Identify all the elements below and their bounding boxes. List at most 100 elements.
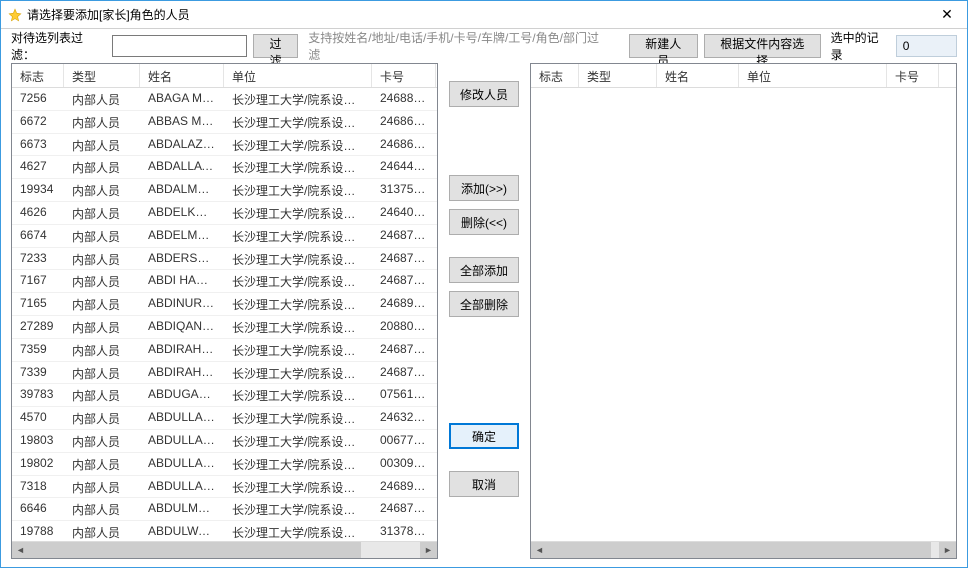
cell-unit: 长沙理工大学/院系设置... bbox=[224, 476, 372, 498]
candidates-table[interactable]: 标志 类型 姓名 单位 卡号 7256内部人员ABAGA MIK...长沙理工大… bbox=[11, 63, 438, 559]
selected-body bbox=[531, 88, 956, 541]
cell-name: ABDULLAK... bbox=[140, 476, 224, 498]
cell-type: 内部人员 bbox=[64, 88, 140, 110]
candidates-header: 标志 类型 姓名 单位 卡号 bbox=[12, 64, 437, 88]
table-row[interactable]: 27289内部人员ABDIQANI ...长沙理工大学/院系设置...20880… bbox=[12, 316, 437, 339]
scroll-right-icon[interactable]: ► bbox=[939, 542, 956, 559]
col-name[interactable]: 姓名 bbox=[657, 64, 739, 87]
scroll-left-icon[interactable]: ◄ bbox=[12, 542, 29, 559]
action-column: 修改人员 添加(>>) 删除(<<) 全部添加 全部删除 确定 取消 bbox=[444, 63, 524, 559]
cell-name: ABDULWAS... bbox=[140, 521, 224, 541]
cell-card: 31375610 bbox=[372, 179, 436, 201]
cell-card: 24687997 bbox=[372, 498, 436, 520]
cell-unit: 长沙理工大学/院系设置... bbox=[224, 225, 372, 247]
cell-name: ABDULLAH ... bbox=[140, 430, 224, 452]
cell-unit: 长沙理工大学/院系设置... bbox=[224, 134, 372, 156]
new-person-button[interactable]: 新建人员 bbox=[629, 34, 698, 58]
remove-all-button[interactable]: 全部删除 bbox=[449, 291, 519, 317]
col-flag[interactable]: 标志 bbox=[12, 64, 64, 87]
selected-table[interactable]: 标志 类型 姓名 单位 卡号 ◄ ► bbox=[530, 63, 957, 559]
cell-unit: 长沙理工大学/院系设置... bbox=[224, 407, 372, 429]
table-row[interactable]: 7165内部人员ABDINUR N...长沙理工大学/院系设置...246892… bbox=[12, 293, 437, 316]
close-button[interactable]: ✕ bbox=[933, 6, 961, 23]
scroll-left-icon[interactable]: ◄ bbox=[531, 542, 548, 559]
cell-card: 24687128 bbox=[372, 248, 436, 270]
table-row[interactable]: 7167内部人员ABDI HASS...长沙理工大学/院系设置...246870… bbox=[12, 270, 437, 293]
cell-unit: 长沙理工大学/院系设置... bbox=[224, 88, 372, 110]
col-type[interactable]: 类型 bbox=[64, 64, 140, 87]
scroll-thumb[interactable] bbox=[29, 542, 361, 559]
col-flag[interactable]: 标志 bbox=[531, 64, 579, 87]
table-row[interactable]: 4626内部人员ABDELKHAL...长沙理工大学/院系设置...246403… bbox=[12, 202, 437, 225]
cell-flag: 7318 bbox=[12, 476, 64, 498]
cancel-button[interactable]: 取消 bbox=[449, 471, 519, 497]
table-row[interactable]: 7318内部人员ABDULLAK...长沙理工大学/院系设置...2468928… bbox=[12, 476, 437, 499]
remove-button[interactable]: 删除(<<) bbox=[449, 209, 519, 235]
cell-card: 07561460 bbox=[372, 384, 436, 406]
table-row[interactable]: 7233内部人员ABDERSON...长沙理工大学/院系设置...2468712… bbox=[12, 248, 437, 271]
selected-hscroll[interactable]: ◄ ► bbox=[531, 541, 956, 558]
cell-flag: 19802 bbox=[12, 453, 64, 475]
toolbar: 对待选列表过滤： 过滤 支持按姓名/地址/电话/手机/卡号/车牌/工号/角色/部… bbox=[1, 29, 967, 63]
filter-button[interactable]: 过滤 bbox=[253, 34, 299, 58]
candidates-hscroll[interactable]: ◄ ► bbox=[12, 541, 437, 558]
cell-flag: 27289 bbox=[12, 316, 64, 338]
scroll-thumb[interactable] bbox=[548, 542, 931, 559]
cell-unit: 长沙理工大学/院系设置... bbox=[224, 339, 372, 361]
scroll-right-icon[interactable]: ► bbox=[420, 542, 437, 559]
cell-card: 24644488 bbox=[372, 156, 436, 178]
filter-label: 对待选列表过滤： bbox=[11, 29, 106, 63]
cell-name: ABDUGAFF... bbox=[140, 384, 224, 406]
table-row[interactable]: 7256内部人员ABAGA MIK...长沙理工大学/院系设置...246888… bbox=[12, 88, 437, 111]
cell-name: ABAGA MIK... bbox=[140, 88, 224, 110]
cell-unit: 长沙理工大学/院系设置... bbox=[224, 248, 372, 270]
ok-button[interactable]: 确定 bbox=[449, 423, 519, 449]
col-unit[interactable]: 单位 bbox=[739, 64, 887, 87]
table-row[interactable]: 6674内部人员ABDELMAQ...长沙理工大学/院系设置...2468746… bbox=[12, 225, 437, 248]
cell-flag: 7256 bbox=[12, 88, 64, 110]
cell-name: ABBAS MUS... bbox=[140, 111, 224, 133]
table-row[interactable]: 4570内部人员ABDULLAH ...长沙理工大学/院系设置...246324… bbox=[12, 407, 437, 430]
cell-unit: 长沙理工大学/院系设置... bbox=[224, 362, 372, 384]
table-row[interactable]: 7359内部人员ABDIRAHM...长沙理工大学/院系设置...2468766… bbox=[12, 339, 437, 362]
cell-type: 内部人员 bbox=[64, 384, 140, 406]
cell-flag: 7165 bbox=[12, 293, 64, 315]
cell-card: 00309202 bbox=[372, 453, 436, 475]
table-row[interactable]: 39783内部人员ABDUGAFF...长沙理工大学/院系设置...075614… bbox=[12, 384, 437, 407]
cell-type: 内部人员 bbox=[64, 430, 140, 452]
window-title: 请选择要添加[家长]角色的人员 bbox=[27, 6, 933, 23]
selected-count: 0 bbox=[903, 39, 910, 53]
table-row[interactable]: 6673内部人员ABDALAZI...长沙理工大学/院系设置...2468687… bbox=[12, 134, 437, 157]
table-row[interactable]: 19934内部人员ABDALMAJ...长沙理工大学/院系设置...313756… bbox=[12, 179, 437, 202]
selected-count-box: 0 bbox=[896, 35, 957, 57]
table-row[interactable]: 19802内部人员ABDULLAH ...长沙理工大学/院系设置...00309… bbox=[12, 453, 437, 476]
cell-name: ABDULLAH ... bbox=[140, 453, 224, 475]
table-row[interactable]: 7339内部人员ABDIRAHM...长沙理工大学/院系设置...2468754… bbox=[12, 362, 437, 385]
table-row[interactable]: 6646内部人员ABDULMAJ ...长沙理工大学/院系设置...246879… bbox=[12, 498, 437, 521]
cell-name: ABDALAZI... bbox=[140, 134, 224, 156]
table-row[interactable]: 19788内部人员ABDULWAS...长沙理工大学/院系设置...313782… bbox=[12, 521, 437, 541]
cell-flag: 19803 bbox=[12, 430, 64, 452]
col-card[interactable]: 卡号 bbox=[372, 64, 436, 87]
star-icon bbox=[7, 7, 23, 23]
add-button[interactable]: 添加(>>) bbox=[449, 175, 519, 201]
cell-type: 内部人员 bbox=[64, 202, 140, 224]
cell-type: 内部人员 bbox=[64, 339, 140, 361]
modify-person-button[interactable]: 修改人员 bbox=[449, 81, 519, 107]
col-card[interactable]: 卡号 bbox=[887, 64, 939, 87]
cell-flag: 7233 bbox=[12, 248, 64, 270]
col-unit[interactable]: 单位 bbox=[224, 64, 372, 87]
col-name[interactable]: 姓名 bbox=[140, 64, 224, 87]
table-row[interactable]: 6672内部人员ABBAS MUS...长沙理工大学/院系设置...246861… bbox=[12, 111, 437, 134]
cell-unit: 长沙理工大学/院系设置... bbox=[224, 202, 372, 224]
cell-name: ABDIRAHM... bbox=[140, 339, 224, 361]
cell-card: 24632479 bbox=[372, 407, 436, 429]
select-by-file-button[interactable]: 根据文件内容选择 bbox=[704, 34, 821, 58]
col-type[interactable]: 类型 bbox=[579, 64, 657, 87]
cell-card: 24688816 bbox=[372, 88, 436, 110]
table-row[interactable]: 19803内部人员ABDULLAH ...长沙理工大学/院系设置...00677… bbox=[12, 430, 437, 453]
add-all-button[interactable]: 全部添加 bbox=[449, 257, 519, 283]
table-row[interactable]: 4627内部人员ABDALLATE...长沙理工大学/院系设置...246444… bbox=[12, 156, 437, 179]
cell-type: 内部人员 bbox=[64, 111, 140, 133]
filter-input[interactable] bbox=[112, 35, 247, 57]
